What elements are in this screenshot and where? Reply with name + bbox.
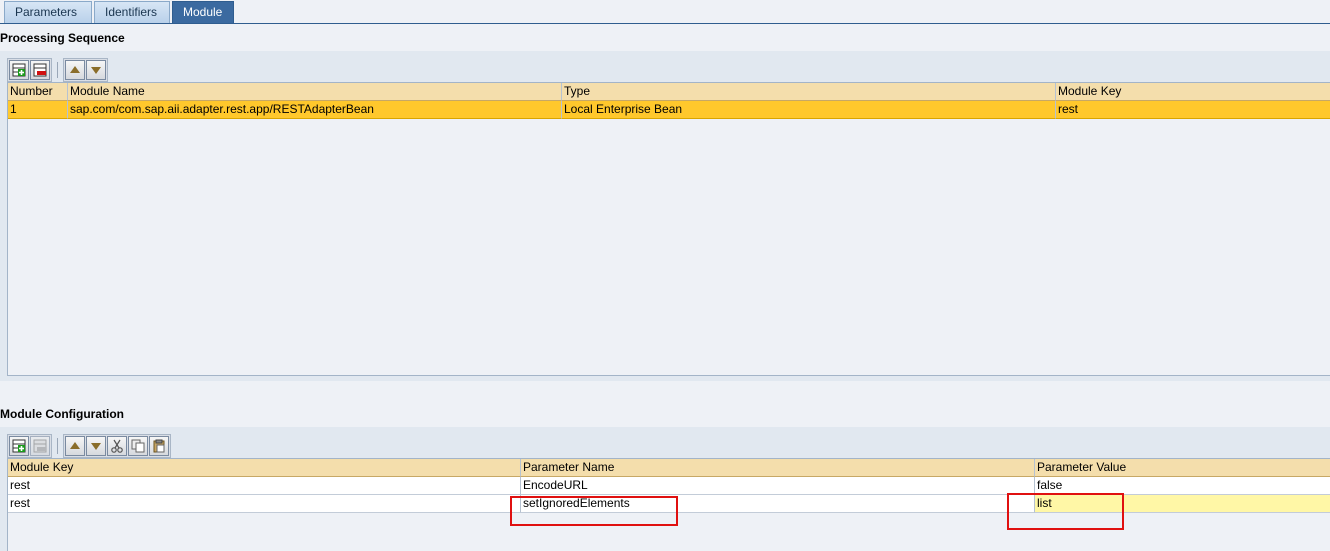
insert-row-button[interactable] <box>9 436 29 456</box>
tab-parameters[interactable]: Parameters <box>4 1 92 23</box>
processing-sequence-panel: Number Module Name Type Module Key 1 sap… <box>0 51 1330 381</box>
arrow-up-icon <box>69 441 81 451</box>
processing-sequence-table: Number Module Name Type Module Key 1 sap… <box>7 82 1330 376</box>
tab-label: Identifiers <box>105 5 158 19</box>
table-row[interactable]: rest EncodeURL false <box>8 477 1330 495</box>
scissors-icon <box>110 439 124 453</box>
processing-sequence-toolbar <box>7 58 108 82</box>
tab-identifiers[interactable]: Identifiers <box>94 1 170 23</box>
highlight-box-parameter-name <box>510 496 678 526</box>
module-configuration-panel: Module Key Parameter Name Parameter Valu… <box>0 427 1330 551</box>
column-header-type[interactable]: Type <box>562 83 1056 101</box>
table-header-row: Module Key Parameter Name Parameter Valu… <box>8 459 1330 477</box>
toolbar-separator <box>57 438 58 454</box>
tab-label: Module <box>183 5 223 19</box>
row-edit-group <box>7 434 52 458</box>
highlight-box-parameter-value <box>1007 493 1124 530</box>
arrow-down-icon <box>90 65 102 75</box>
delete-row-button[interactable] <box>30 436 50 456</box>
row-move-group <box>63 58 108 82</box>
table-row[interactable]: 1 sap.com/com.sap.aii.adapter.rest.app/R… <box>8 101 1330 119</box>
delete-row-button[interactable] <box>30 60 50 80</box>
insert-row-icon <box>12 439 26 453</box>
toolbar-separator <box>57 62 58 78</box>
insert-row-button[interactable] <box>9 60 29 80</box>
column-header-module-key[interactable]: Module Key <box>8 459 521 477</box>
section-title-module-configuration: Module Configuration <box>0 407 124 421</box>
column-header-parameter-value[interactable]: Parameter Value <box>1035 459 1330 477</box>
copy-button[interactable] <box>128 436 148 456</box>
cell-type[interactable]: Local Enterprise Bean <box>562 101 1056 119</box>
insert-row-icon <box>12 63 26 77</box>
tab-label: Parameters <box>15 5 78 19</box>
cell-module-key[interactable]: rest <box>8 477 521 495</box>
table-header-row: Number Module Name Type Module Key <box>8 83 1330 101</box>
move-up-button[interactable] <box>65 60 85 80</box>
cell-number[interactable]: 1 <box>8 101 68 119</box>
cell-parameter-name[interactable]: EncodeURL <box>521 477 1035 495</box>
tab-module[interactable]: Module <box>172 1 234 23</box>
paste-button[interactable] <box>149 436 169 456</box>
row-edit-group <box>7 58 52 82</box>
move-down-button[interactable] <box>86 436 106 456</box>
delete-row-icon <box>33 63 47 77</box>
module-configuration-toolbar <box>7 434 171 458</box>
tab-bar: Parameters Identifiers Module <box>0 0 1330 24</box>
column-header-module-key[interactable]: Module Key <box>1056 83 1330 101</box>
copy-icon <box>131 439 145 453</box>
column-header-parameter-name[interactable]: Parameter Name <box>521 459 1035 477</box>
paste-icon <box>152 439 166 453</box>
delete-row-icon <box>33 439 47 453</box>
arrow-up-icon <box>69 65 81 75</box>
section-title-processing-sequence: Processing Sequence <box>0 31 125 45</box>
cell-module-key[interactable]: rest <box>8 495 521 513</box>
cut-button[interactable] <box>107 436 127 456</box>
move-up-button[interactable] <box>65 436 85 456</box>
arrow-down-icon <box>90 441 102 451</box>
column-header-module-name[interactable]: Module Name <box>68 83 562 101</box>
cell-module-name[interactable]: sap.com/com.sap.aii.adapter.rest.app/RES… <box>68 101 562 119</box>
cell-module-key[interactable]: rest <box>1056 101 1330 119</box>
row-move-clipboard-group <box>63 434 171 458</box>
move-down-button[interactable] <box>86 60 106 80</box>
column-header-number[interactable]: Number <box>8 83 68 101</box>
